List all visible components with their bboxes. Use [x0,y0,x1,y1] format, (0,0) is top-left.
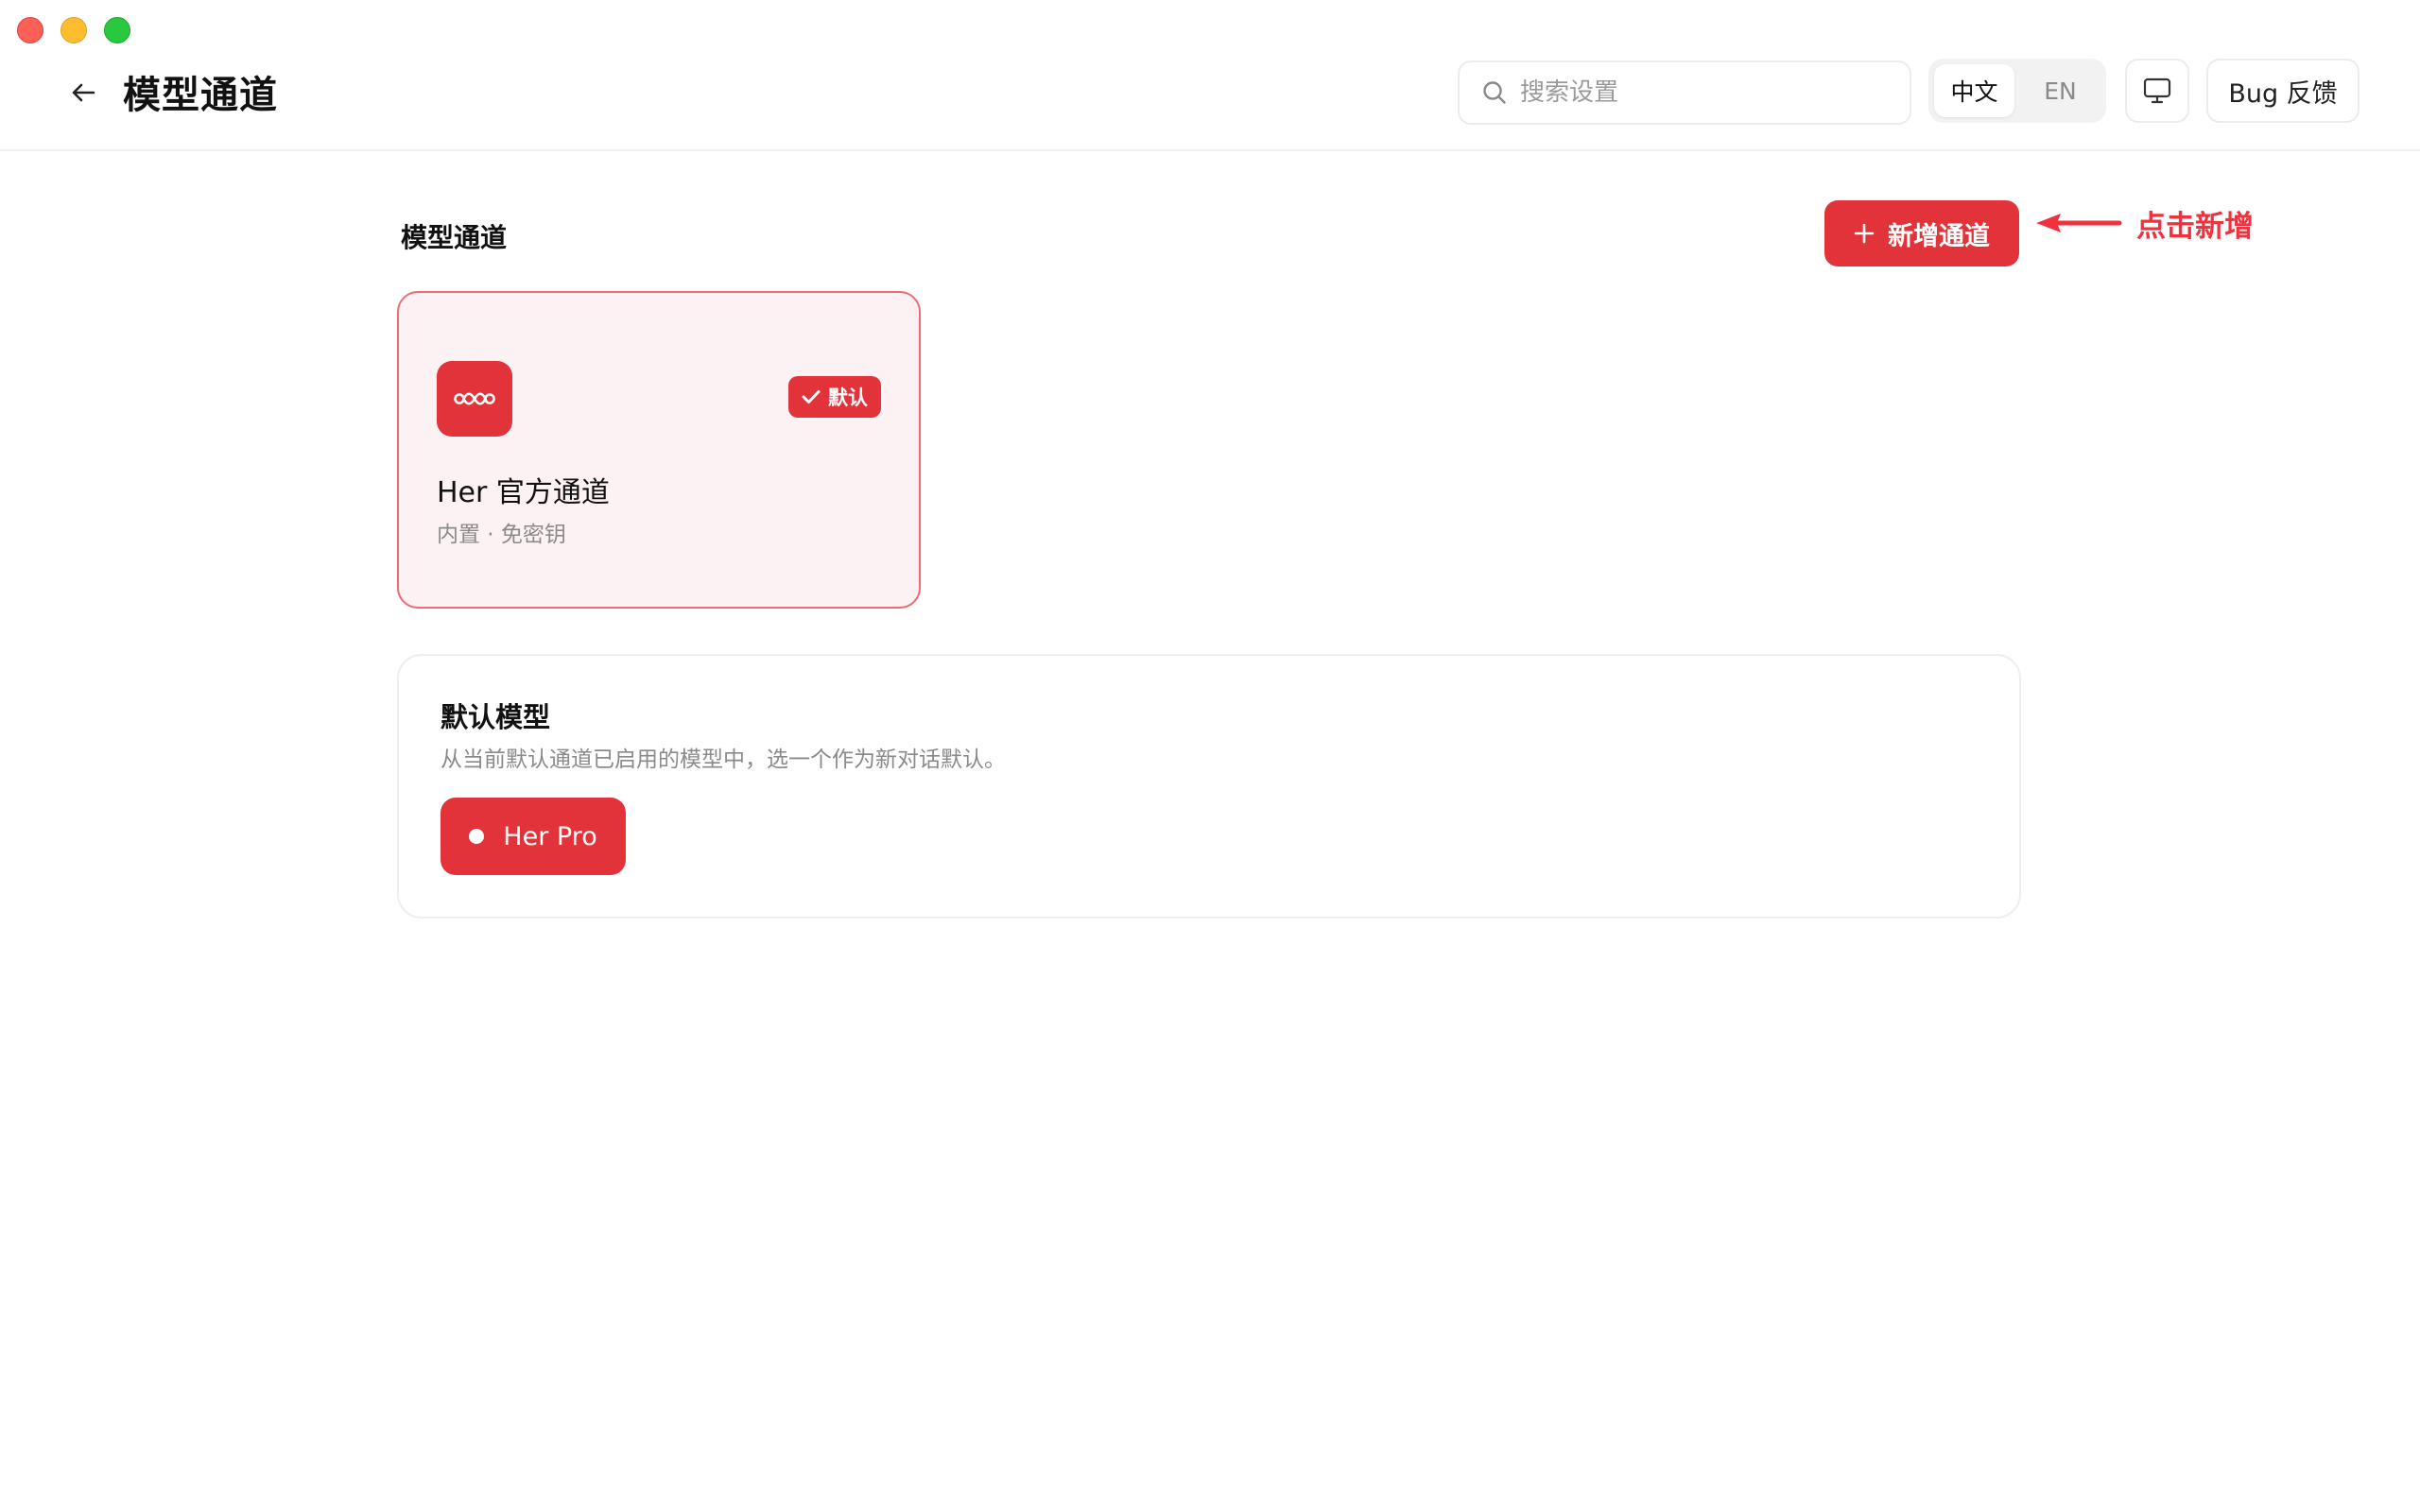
default-model-panel: 默认模型 从当前默认通道已启用的模型中，选一个作为新对话默认。 Her Pro [397,654,2021,919]
app-window: 模型通道 中文 EN Bug 反馈 模型通道 新增通道 [0,0,2420,1512]
page-title: 模型通道 [123,74,278,117]
channel-name: Her 官方通道 [437,476,610,509]
search-box[interactable] [1458,60,1911,125]
default-model-description: 从当前默认通道已启用的模型中，选一个作为新对话默认。 [441,747,1006,772]
header-bar: 模型通道 中文 EN Bug 反馈 [0,0,2420,151]
language-switch: 中文 EN [1928,59,2106,123]
bug-feedback-button[interactable]: Bug 反馈 [2206,59,2360,123]
section-title: 模型通道 [401,222,508,253]
annotation-arrow-icon [2036,214,2122,232]
selected-dot-icon [469,829,485,844]
model-chip-selected[interactable]: Her Pro [441,798,626,875]
add-channel-button[interactable]: 新增通道 [1824,200,2019,266]
channel-meta: 内置 · 免密钥 [437,523,566,547]
back-button[interactable] [62,74,104,112]
infinity-icon [454,392,495,405]
default-badge: 默认 [788,376,881,418]
channel-card-official[interactable]: 默认 Her 官方通道 内置 · 免密钥 [397,291,921,609]
default-badge-label: 默认 [828,387,868,409]
channel-logo [437,361,512,437]
search-input[interactable] [1520,78,1879,107]
monitor-icon [2143,77,2171,104]
annotation-label: 点击新增 [2136,210,2254,244]
model-chip-label: Her Pro [503,821,597,851]
check-icon [802,390,821,404]
add-channel-label: 新增通道 [1888,221,1990,251]
display-mode-button[interactable] [2125,59,2189,123]
lang-option-en[interactable]: EN [2020,64,2100,117]
back-arrow-icon [72,83,95,102]
default-model-title: 默认模型 [441,701,551,733]
lang-option-zh[interactable]: 中文 [1934,64,2014,117]
search-icon [1483,81,1506,104]
plus-icon [1854,223,1875,244]
